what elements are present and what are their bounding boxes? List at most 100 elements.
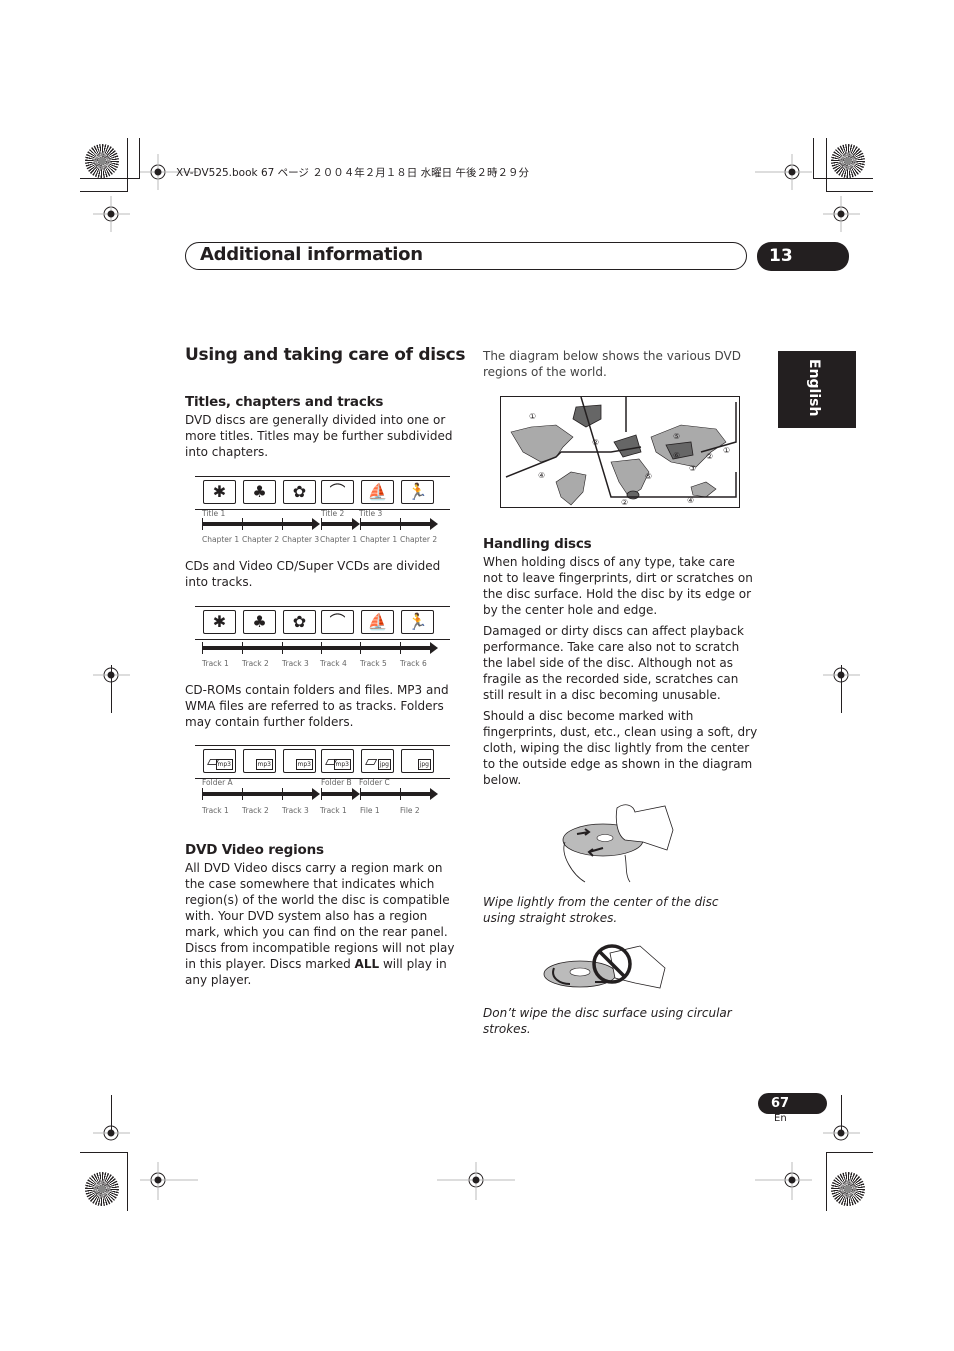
title-label: Title 2 bbox=[321, 509, 345, 518]
wipe-straight-illustration bbox=[562, 804, 674, 883]
dvd-regions-text: All DVD Video discs carry a region mark … bbox=[185, 860, 460, 988]
region-mark: ④ bbox=[538, 471, 545, 480]
cdrom-text: CD-ROMs contain folders and files. MP3 a… bbox=[185, 683, 449, 729]
tree-icon: ♣ bbox=[243, 610, 276, 634]
folder-label: Folder A bbox=[202, 778, 233, 787]
title-arrow bbox=[360, 518, 438, 530]
track-label: Track 6 bbox=[400, 659, 427, 668]
skater-icon: 🏃 bbox=[401, 480, 434, 504]
subheading-text: DVD Video regions bbox=[185, 842, 324, 858]
film-strip: ✱ ♣ ✿ ⌒ ⛵ 🏃 bbox=[195, 606, 450, 640]
subheading-handling-discs: Handling discs bbox=[483, 536, 592, 552]
folder-arrow bbox=[360, 788, 438, 800]
chapter-label: Chapter 3 bbox=[282, 535, 320, 544]
europe-shape bbox=[613, 434, 642, 458]
file-icon: mp3 bbox=[243, 749, 276, 773]
chapter-label: Chapter 1 bbox=[320, 535, 358, 544]
section-title: Using and taking care of discs bbox=[185, 345, 466, 365]
file-label: File 2 bbox=[400, 806, 420, 815]
registration-marks bbox=[93, 154, 860, 1200]
folder-arrow bbox=[321, 788, 360, 800]
track-label: Track 1 bbox=[320, 806, 347, 815]
bird-icon: ⌒ bbox=[321, 480, 354, 504]
language-tab: English bbox=[778, 351, 856, 428]
chapter-label: Chapter 2 bbox=[242, 535, 280, 544]
chapter-title: Additional information bbox=[200, 244, 423, 265]
titles-intro-text: DVD discs are generally divided into one… bbox=[185, 413, 453, 459]
track-label: Track 3 bbox=[282, 806, 309, 815]
no-circular-wipe-illustration bbox=[543, 944, 666, 989]
track-label: Track 3 bbox=[282, 659, 309, 668]
south-africa-shape bbox=[626, 490, 640, 500]
registration-crosshair-icon bbox=[755, 1162, 812, 1200]
subheading-dvd-regions: DVD Video regions bbox=[185, 842, 324, 858]
flower-icon: ✿ bbox=[283, 610, 316, 634]
windsurfer-icon: ⛵ bbox=[361, 480, 394, 504]
folder-label: Folder C bbox=[359, 778, 390, 787]
region-mark: ② bbox=[621, 498, 628, 507]
file-tag: mp3 bbox=[333, 759, 351, 770]
dvd-region-map: ① ② ④ ② ⑤ ⑥ ⑤ ② ① ③ ④ bbox=[500, 396, 740, 508]
region-mark: ④ bbox=[687, 496, 694, 505]
folder-icon: ▱ mp3 bbox=[203, 749, 236, 773]
title-arrow bbox=[202, 518, 320, 530]
registration-crosshair-icon bbox=[140, 1162, 198, 1200]
chapter-label: Chapter 1 bbox=[360, 535, 398, 544]
file-tag: jpg bbox=[417, 759, 431, 770]
region-mark: ① bbox=[723, 446, 730, 455]
folder-icon: ▱ mp3 bbox=[321, 749, 354, 773]
bird-icon: ⌒ bbox=[321, 610, 354, 634]
chapter-label: Chapter 2 bbox=[400, 535, 438, 544]
region-mark: ② bbox=[592, 438, 599, 447]
page-number-badge: 67 bbox=[758, 1093, 827, 1114]
map-intro-text: The diagram below shows the various DVD … bbox=[483, 349, 741, 379]
registration-crosshair-icon bbox=[755, 154, 812, 190]
folder-icon: ▱ jpg bbox=[361, 749, 394, 773]
tree-icon: ♣ bbox=[243, 480, 276, 504]
skater-icon: 🏃 bbox=[401, 610, 434, 634]
leaf-icon: ✱ bbox=[203, 480, 236, 504]
track-label: Track 2 bbox=[242, 659, 269, 668]
leaf-icon: ✱ bbox=[203, 610, 236, 634]
track-label: Track 5 bbox=[360, 659, 387, 668]
page-language-code: En bbox=[774, 1113, 787, 1124]
region-mark: ⑥ bbox=[673, 451, 680, 460]
file-tag: mp3 bbox=[255, 759, 273, 770]
track-label: Track 1 bbox=[202, 806, 229, 815]
north-america-shape bbox=[510, 424, 574, 463]
south-america-shape bbox=[555, 471, 587, 506]
region-mark: ⑤ bbox=[645, 472, 652, 481]
handling-para-3: Should a disc become marked with fingerp… bbox=[483, 709, 758, 787]
file-tag: mp3 bbox=[215, 759, 233, 770]
file-tag: mp3 bbox=[295, 759, 313, 770]
film-strip: ▱ mp3 mp3 mp3 ▱ mp3 ▱ jpg jpg bbox=[195, 745, 450, 779]
chapter-number-badge: 13 bbox=[757, 242, 849, 271]
region-mark: ⑤ bbox=[673, 432, 680, 441]
file-icon: mp3 bbox=[283, 749, 316, 773]
language-label: English bbox=[806, 359, 822, 417]
body-text: All DVD Video discs carry a region mark … bbox=[185, 861, 455, 971]
folder-label: Folder B bbox=[321, 778, 352, 787]
world-map-illustration: ① ② ④ ② ⑤ ⑥ ⑤ ② ① ③ ④ bbox=[505, 396, 737, 507]
file-icon: jpg bbox=[401, 749, 434, 773]
track-label: Track 2 bbox=[242, 806, 269, 815]
file-label: File 1 bbox=[360, 806, 380, 815]
region-mark: ③ bbox=[689, 464, 696, 473]
print-header: XV-DV525.book 67 ページ ２００４年２月１８日 水曜日 午後２時… bbox=[176, 167, 529, 179]
region-mark: ② bbox=[706, 452, 713, 461]
title-label: Title 1 bbox=[202, 509, 226, 518]
wipe-straight-caption: Wipe lightly from the center of the disc… bbox=[483, 895, 719, 925]
region-mark: ① bbox=[529, 412, 536, 421]
cd-tracks-text: CDs and Video CD/Super VCDs are divided … bbox=[185, 559, 441, 589]
film-strip: ✱ ♣ ✿ ⌒ ⛵ 🏃 bbox=[195, 476, 450, 510]
title-arrow bbox=[321, 518, 360, 530]
track-label: Track 1 bbox=[202, 659, 229, 668]
handling-para-2: Damaged or dirty discs can affect playba… bbox=[483, 624, 744, 702]
bold-all-text: ALL bbox=[354, 957, 380, 971]
handling-para-1: When holding discs of any type, take car… bbox=[483, 555, 753, 617]
australia-shape bbox=[690, 481, 717, 498]
subheading-titles-chapters: Titles, chapters and tracks bbox=[185, 394, 384, 410]
flower-icon: ✿ bbox=[283, 480, 316, 504]
chapter-label: Chapter 1 bbox=[202, 535, 240, 544]
track-arrow bbox=[202, 642, 438, 654]
